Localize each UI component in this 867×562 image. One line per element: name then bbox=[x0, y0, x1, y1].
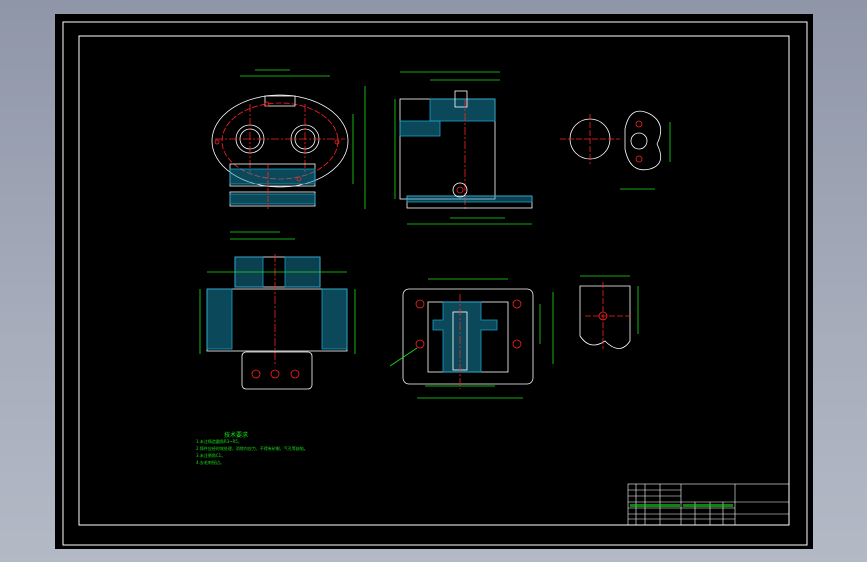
tech-note-line: 1.未注铸造圆角R3~R5。 bbox=[196, 439, 242, 444]
tech-notes-title: 技术要求 bbox=[224, 432, 249, 439]
view-detail-d bbox=[579, 275, 639, 349]
drawing-viewport[interactable]: 技术要求 1.未注铸造圆角R3~R5。 2.铸件应经时效处理，消除内应力，不得有… bbox=[55, 14, 813, 549]
view-front bbox=[211, 69, 366, 240]
view-detail-a bbox=[560, 110, 671, 190]
view-side bbox=[394, 71, 533, 225]
title-block bbox=[627, 483, 790, 526]
cad-drawing bbox=[62, 21, 808, 546]
tech-note-line: 3.未注倒角C1。 bbox=[196, 453, 226, 458]
view-plan-c bbox=[389, 278, 554, 399]
tech-note-line: 4.去毛刺锐边。 bbox=[196, 460, 224, 465]
view-section-b bbox=[199, 254, 356, 390]
tech-note-line: 2.铸件应经时效处理，消除内应力，不得有砂眼、气孔等缺陷。 bbox=[196, 446, 308, 451]
